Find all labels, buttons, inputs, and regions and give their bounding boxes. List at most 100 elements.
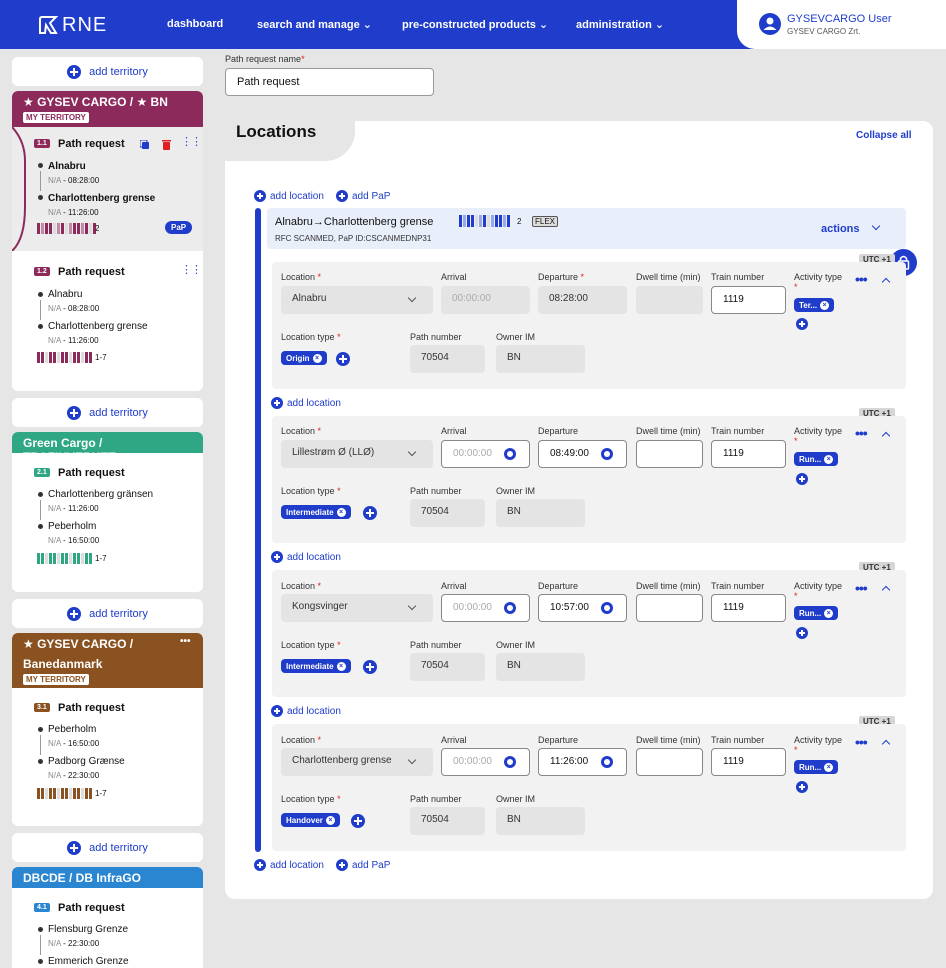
activity-chip[interactable]: Run... × bbox=[794, 606, 839, 620]
train-number-input[interactable]: 1119 bbox=[711, 748, 786, 776]
arrival-input[interactable]: 00:00:00 bbox=[441, 748, 530, 776]
remove-icon[interactable]: × bbox=[312, 353, 322, 363]
add-location-type-icon[interactable] bbox=[363, 660, 377, 674]
add-location-type-icon[interactable] bbox=[351, 814, 365, 828]
add-activity-icon[interactable] bbox=[796, 781, 808, 793]
path-request-item[interactable]: 1.1 Path request ⋮⋮ Alnabru N/A - 08:28:… bbox=[12, 127, 203, 251]
activity-type-label: Activity type * bbox=[794, 272, 843, 292]
chevron-up-icon[interactable] bbox=[881, 739, 891, 749]
dwell-time-input[interactable] bbox=[636, 594, 703, 622]
activity-chip[interactable]: Ter... × bbox=[794, 298, 835, 312]
arrival-input[interactable]: 00:00:00 bbox=[441, 594, 530, 622]
add-pap-link[interactable]: add PaP bbox=[336, 190, 390, 202]
add-territory-button[interactable]: add territory bbox=[12, 599, 203, 628]
chevron-up-icon[interactable] bbox=[881, 431, 891, 441]
request-number: 1.1 bbox=[34, 139, 50, 148]
path-request-item[interactable]: 2.1 Path request Charlottenberg gränsen … bbox=[12, 453, 203, 592]
location-type-chip[interactable]: Intermediate × bbox=[281, 505, 351, 519]
remove-icon[interactable]: × bbox=[820, 300, 830, 310]
departure-input[interactable]: 08:28:00 bbox=[538, 286, 627, 314]
nav-dashboard[interactable]: dashboard bbox=[167, 18, 223, 30]
settings-gear-icon[interactable] bbox=[601, 448, 613, 460]
arrival-input[interactable]: 00:00:00 bbox=[441, 440, 530, 468]
nav-pre-constructed-products[interactable]: pre-constructed products ⌄ bbox=[402, 18, 548, 31]
location-type-chip[interactable]: Intermediate × bbox=[281, 659, 351, 673]
more-options-icon[interactable]: ••• bbox=[855, 426, 868, 440]
remove-icon[interactable]: × bbox=[824, 454, 834, 464]
more-options-icon[interactable]: ••• bbox=[180, 636, 191, 647]
add-location-type-icon[interactable] bbox=[363, 506, 377, 520]
add-territory-button[interactable]: add territory bbox=[12, 833, 203, 862]
path-request-item[interactable]: 3.1 Path request Peberholm N/A - 16:50:0… bbox=[12, 688, 203, 826]
remove-icon[interactable]: × bbox=[325, 815, 335, 825]
more-options-icon[interactable]: ••• bbox=[855, 581, 868, 595]
territory-header[interactable]: DBCDE / DB InfraGO bbox=[12, 867, 203, 888]
add-location-link[interactable]: add location bbox=[271, 551, 341, 563]
path-request-item[interactable]: 4.1 Path request Flensburg Grenze N/A - … bbox=[12, 888, 203, 968]
location-type-chip[interactable]: Origin × bbox=[281, 351, 327, 365]
more-options-icon[interactable]: ••• bbox=[855, 272, 868, 286]
train-number-label: Train number bbox=[711, 426, 765, 436]
days-count: 1-7 bbox=[95, 554, 107, 563]
user-avatar-icon bbox=[759, 13, 781, 35]
territory-name: ★ GYSEV CARGO / bbox=[23, 637, 134, 651]
request-number: 2.1 bbox=[34, 468, 50, 477]
departure-input[interactable]: 11:26:00 bbox=[538, 748, 627, 776]
to-time: N/A - 16:50:00 bbox=[48, 536, 100, 545]
rne-logo[interactable]: RNE bbox=[38, 14, 107, 36]
add-location-type-icon[interactable] bbox=[336, 352, 350, 366]
add-territory-button[interactable]: add territory bbox=[12, 57, 203, 86]
add-location-link[interactable]: add location bbox=[271, 705, 341, 717]
plus-icon bbox=[67, 606, 82, 621]
remove-icon[interactable]: × bbox=[336, 507, 346, 517]
remove-icon[interactable]: × bbox=[824, 608, 834, 618]
add-activity-icon[interactable] bbox=[796, 627, 808, 639]
remove-icon[interactable]: × bbox=[824, 762, 834, 772]
collapse-all-button[interactable]: Collapse all bbox=[856, 130, 912, 141]
train-number-input[interactable]: 1119 bbox=[711, 286, 786, 314]
add-location-link[interactable]: add location bbox=[254, 190, 324, 202]
more-options-icon[interactable]: ••• bbox=[855, 735, 868, 749]
settings-gear-icon[interactable] bbox=[504, 448, 516, 460]
days-count: 1-7 bbox=[95, 353, 107, 362]
settings-gear-icon[interactable] bbox=[601, 602, 613, 614]
chevron-up-icon[interactable] bbox=[881, 585, 891, 595]
add-territory-button[interactable]: add territory bbox=[12, 398, 203, 427]
settings-gear-icon[interactable] bbox=[504, 756, 516, 768]
stop-dot bbox=[38, 292, 43, 297]
territory-header[interactable]: ★ GYSEV CARGO / ★ BN MY TERRITORY bbox=[12, 91, 203, 127]
copy-icon[interactable] bbox=[140, 140, 150, 150]
path-request-item[interactable]: 1.2 Path request ⋮⋮ Alnabru N/A - 08:28:… bbox=[12, 251, 203, 366]
actions-dropdown[interactable]: actions bbox=[821, 223, 860, 235]
add-location-link[interactable]: add location bbox=[254, 859, 324, 871]
add-pap-link[interactable]: add PaP bbox=[336, 859, 390, 871]
delete-icon[interactable] bbox=[162, 140, 171, 150]
settings-gear-icon[interactable] bbox=[504, 602, 516, 614]
train-number-input[interactable]: 1119 bbox=[711, 594, 786, 622]
activity-chip[interactable]: Run... × bbox=[794, 452, 839, 466]
user-menu[interactable]: GYSEVCARGO User GYSEV CARGO Zrt. bbox=[737, 0, 946, 49]
drag-handle-icon[interactable]: ⋮⋮ bbox=[181, 137, 202, 148]
settings-gear-icon[interactable] bbox=[601, 756, 613, 768]
drag-handle-icon[interactable]: ⋮⋮ bbox=[181, 265, 202, 276]
path-request-name-input[interactable]: Path request bbox=[225, 68, 434, 96]
route-indicator-bar bbox=[255, 208, 261, 852]
territory-header[interactable]: Green Cargo / TRAFIKVERKET bbox=[12, 432, 203, 464]
train-number-label: Train number bbox=[711, 735, 765, 745]
departure-input[interactable]: 08:49:00 bbox=[538, 440, 627, 468]
chevron-up-icon[interactable] bbox=[881, 277, 891, 287]
nav-search-and-manage[interactable]: search and manage ⌄ bbox=[257, 18, 372, 31]
dwell-time-input[interactable] bbox=[636, 440, 703, 468]
train-number-input[interactable]: 1119 bbox=[711, 440, 786, 468]
remove-icon[interactable]: × bbox=[336, 661, 346, 671]
add-activity-icon[interactable] bbox=[796, 318, 808, 330]
territory-header[interactable]: ★ GYSEV CARGO / Banedanmark MY TERRITORY… bbox=[12, 633, 203, 688]
location-type-chip[interactable]: Handover × bbox=[281, 813, 340, 827]
dwell-time-input[interactable] bbox=[636, 748, 703, 776]
add-activity-icon[interactable] bbox=[796, 473, 808, 485]
activity-chip[interactable]: Run... × bbox=[794, 760, 839, 774]
add-location-link[interactable]: add location bbox=[271, 397, 341, 409]
days-count: 1-7 bbox=[95, 789, 107, 798]
nav-administration[interactable]: administration ⌄ bbox=[576, 18, 664, 31]
departure-input[interactable]: 10:57:00 bbox=[538, 594, 627, 622]
